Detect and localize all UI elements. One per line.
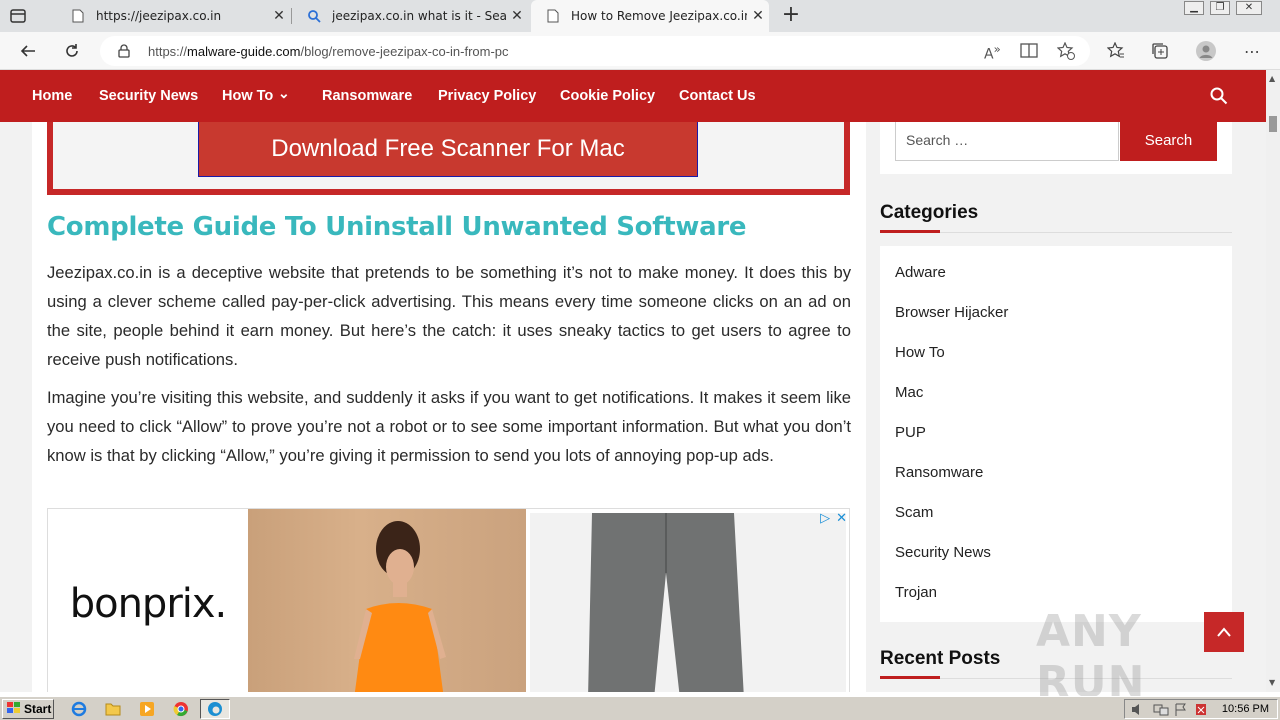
sidebar-search: Search … Search — [880, 122, 1232, 174]
edge-icon[interactable] — [200, 699, 230, 719]
nav-contact-us[interactable]: Contact Us — [679, 70, 756, 122]
nav-privacy-policy[interactable]: Privacy Policy — [438, 70, 536, 122]
close-ad-icon[interactable]: ✕ — [836, 511, 847, 526]
new-tab-button[interactable]: + — [780, 4, 802, 26]
category-link[interactable]: Ransomware — [895, 464, 983, 481]
category-link[interactable]: Trojan — [895, 584, 937, 601]
chrome-icon[interactable] — [170, 699, 192, 719]
tab-title: jeezipax.co.in what is it - Search — [332, 9, 506, 23]
scroll-thumb[interactable] — [1269, 116, 1277, 132]
close-tab-icon[interactable]: ✕ — [747, 8, 769, 24]
clock[interactable]: 10:56 PM — [1222, 703, 1269, 715]
back-arrow-icon[interactable] — [16, 39, 40, 63]
heading-underline — [880, 676, 940, 679]
article: Download Free Scanner For Mac Complete G… — [32, 122, 866, 692]
windows-logo-icon — [7, 701, 21, 717]
favorites-icon[interactable] — [1106, 41, 1126, 61]
folder-icon[interactable] — [102, 699, 124, 719]
search-icon — [306, 8, 322, 24]
ad-image-model[interactable] — [248, 509, 526, 692]
security-icon[interactable] — [1195, 703, 1207, 719]
taskbar: Start 10:56 PM — [0, 696, 1280, 720]
page-icon — [545, 8, 561, 24]
profile-avatar[interactable] — [1196, 41, 1216, 61]
category-link[interactable]: Scam — [895, 504, 933, 521]
category-list: Adware Browser Hijacker How To Mac PUP R… — [880, 246, 1232, 622]
tab-search[interactable]: jeezipax.co.in what is it - Search ✕ — [292, 0, 528, 32]
browser-window: https://jeezipax.co.in ✕ jeezipax.co.in … — [0, 0, 1280, 696]
tab-title: https://jeezipax.co.in — [96, 9, 222, 23]
heading-underline — [880, 230, 940, 233]
article-paragraph: Imagine you’re visiting this website, an… — [47, 388, 851, 465]
search-icon[interactable] — [1210, 87, 1228, 105]
category-link[interactable]: How To — [895, 344, 945, 361]
category-link[interactable]: Adware — [895, 264, 946, 281]
tab-bar: https://jeezipax.co.in ✕ jeezipax.co.in … — [0, 0, 1280, 32]
immersive-reader-icon[interactable] — [1020, 43, 1038, 62]
ad-image-pants[interactable] — [530, 513, 846, 692]
category-link[interactable]: Browser Hijacker — [895, 304, 1008, 321]
ad-controls: ▷ ✕ — [820, 511, 847, 526]
close-tab-icon[interactable]: ✕ — [506, 8, 528, 24]
article-paragraph: Jeezipax.co.in is a deceptive website th… — [47, 263, 851, 369]
close-tab-icon[interactable]: ✕ — [268, 8, 290, 24]
volume-icon[interactable] — [1131, 703, 1145, 719]
refresh-icon[interactable] — [60, 39, 84, 63]
close-window-button[interactable]: ✕ — [1236, 1, 1262, 15]
nav-how-to[interactable]: How To — [222, 70, 273, 122]
system-tray: 10:56 PM — [1124, 699, 1278, 719]
scanner-banner: Download Free Scanner For Mac — [47, 122, 850, 195]
flag-icon[interactable] — [1175, 703, 1187, 719]
category-link[interactable]: PUP — [895, 424, 926, 441]
site-navigation: Home Security News How To ⌄ Ransomware P… — [0, 70, 1266, 122]
chevron-up-icon[interactable] — [1204, 612, 1244, 652]
scroll-down-icon[interactable]: ▼ — [1269, 678, 1275, 687]
internet-explorer-icon[interactable] — [68, 699, 90, 719]
ad-choices-icon[interactable]: ▷ — [820, 511, 830, 526]
read-aloud-icon[interactable]: A» — [984, 42, 1001, 63]
category-link[interactable]: Mac — [895, 384, 923, 401]
minimize-button[interactable]: ▁ — [1184, 1, 1204, 15]
ad-brand-logo[interactable]: bonprix. — [48, 509, 248, 692]
nav-ransomware[interactable]: Ransomware — [322, 70, 412, 122]
address-bar-row: https://malware-guide.com/blog/remove-je… — [0, 32, 1280, 70]
search-button[interactable]: Search — [1120, 122, 1217, 161]
nav-security-news[interactable]: Security News — [99, 70, 198, 122]
media-player-icon[interactable] — [136, 699, 158, 719]
start-button[interactable]: Start — [2, 699, 54, 719]
lock-icon[interactable] — [118, 43, 130, 62]
tab-title: How to Remove Jeezipax.co.in f — [571, 9, 747, 23]
recent-posts-heading: Recent Posts — [880, 648, 1001, 669]
tab-malware-guide[interactable]: How to Remove Jeezipax.co.in f ✕ — [531, 0, 769, 32]
chevron-down-icon[interactable]: ⌄ — [278, 67, 290, 119]
url-text: https://malware-guide.com/blog/remove-je… — [148, 43, 509, 59]
scroll-up-icon[interactable]: ▲ — [1269, 74, 1275, 83]
tab-jeezipax[interactable]: https://jeezipax.co.in ✕ — [56, 0, 290, 32]
collections-icon[interactable] — [1150, 41, 1170, 61]
address-bar[interactable]: https://malware-guide.com/blog/remove-je… — [100, 36, 1090, 66]
scrollbar[interactable]: ▲ ▼ — [1266, 70, 1280, 692]
guide-heading: Complete Guide To Uninstall Unwanted Sof… — [47, 212, 747, 242]
start-label: Start — [24, 702, 52, 716]
add-favorite-icon[interactable] — [1056, 41, 1075, 64]
advertisement[interactable]: bonprix. ▷ ✕ — [47, 508, 850, 692]
categories-heading: Categories — [880, 202, 979, 223]
nav-home[interactable]: Home — [32, 70, 72, 122]
page-icon — [70, 8, 86, 24]
more-options-icon[interactable]: ⋯ — [1242, 41, 1262, 61]
download-scanner-button[interactable]: Download Free Scanner For Mac — [198, 122, 698, 177]
network-icon[interactable] — [1153, 703, 1169, 719]
category-link[interactable]: Security News — [895, 544, 991, 561]
nav-cookie-policy[interactable]: Cookie Policy — [560, 70, 655, 122]
search-input[interactable]: Search … — [895, 122, 1119, 161]
tab-actions-icon[interactable] — [8, 6, 28, 26]
maximize-button[interactable]: ❐ — [1210, 1, 1230, 15]
